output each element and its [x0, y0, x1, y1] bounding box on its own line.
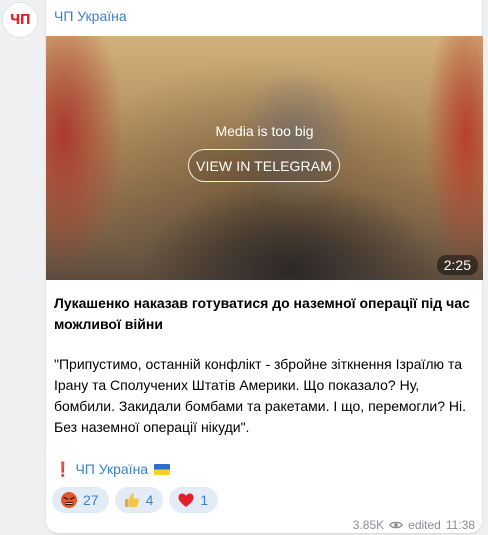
message-time: 11:38 — [445, 518, 475, 532]
reactions-bar: 27 4 1 — [52, 487, 219, 513]
channel-avatar[interactable]: ЧП — [2, 2, 38, 38]
thumbs-up-icon — [123, 491, 141, 509]
media-too-big-notice: Media is too big — [215, 123, 314, 139]
angry-face-icon — [60, 491, 78, 509]
video-preview[interactable]: Media is too big VIEW IN TELEGRAM 2:25 — [46, 36, 483, 280]
signature-channel-link[interactable]: ЧП Україна — [75, 459, 148, 479]
channel-name[interactable]: ЧП Україна — [54, 8, 127, 24]
reaction-count: 4 — [145, 492, 154, 508]
red-heart-icon — [177, 491, 195, 509]
reaction-count: 1 — [200, 492, 209, 508]
message-meta: 3.85K edited 11:38 — [353, 518, 475, 532]
avatar-logo-text: ЧП — [9, 12, 31, 28]
reaction-angry[interactable]: 27 — [52, 487, 109, 513]
exclamation-icon: ❗ — [54, 461, 72, 477]
video-duration-badge: 2:25 — [436, 255, 478, 275]
edited-label: edited — [408, 518, 441, 532]
post-signature: ❗ ЧП Україна — [54, 459, 171, 479]
ukraine-flag-icon — [154, 463, 171, 475]
post-headline: Лукашенко наказав готуватися до наземної… — [54, 295, 470, 332]
reaction-heart[interactable]: 1 — [169, 487, 219, 513]
reaction-count: 27 — [83, 492, 99, 508]
view-count: 3.85K — [352, 518, 385, 532]
view-in-telegram-button[interactable]: VIEW IN TELEGRAM — [188, 149, 340, 182]
reaction-thumbs-up[interactable]: 4 — [114, 487, 164, 513]
post-quote: "Припустимо, останній конфлікт - збройне… — [54, 356, 466, 435]
eye-icon — [389, 520, 403, 530]
